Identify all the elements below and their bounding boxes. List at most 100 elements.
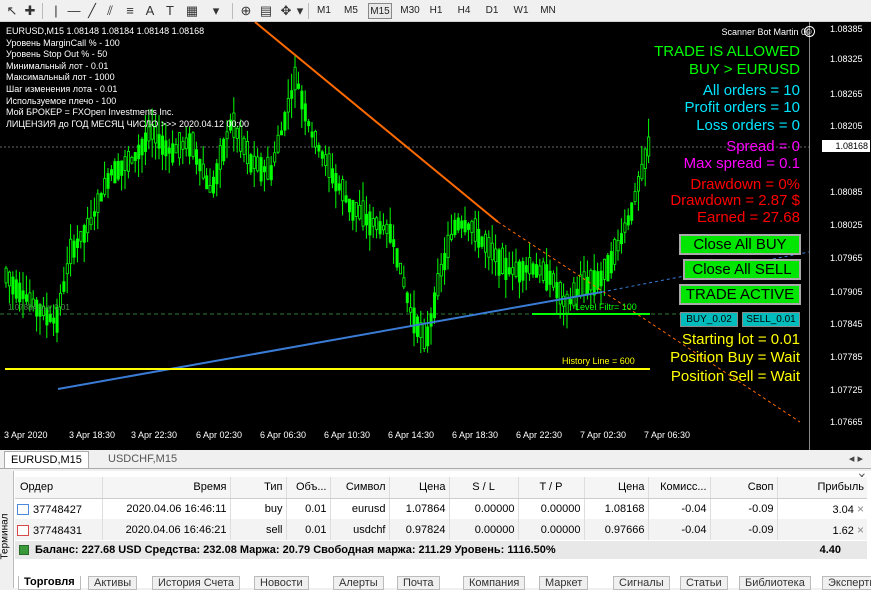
- timeframe-h1[interactable]: H1: [426, 3, 446, 19]
- column-header[interactable]: S / L: [449, 477, 519, 499]
- candle-body: [637, 176, 641, 192]
- column-header[interactable]: Цена: [389, 477, 450, 499]
- candle-body: [528, 257, 532, 275]
- column-header[interactable]: Своп: [710, 477, 778, 499]
- candle-body: [256, 156, 260, 172]
- info-line: Уровень MarginCall % - 100: [6, 37, 120, 48]
- fibonacci-icon[interactable]: ≡: [122, 3, 138, 19]
- timeframe-m15[interactable]: M15: [368, 3, 392, 19]
- candle-body: [194, 149, 198, 165]
- candle-body: [344, 195, 348, 203]
- timeframe-w1[interactable]: W1: [510, 3, 532, 19]
- chevron-down-icon[interactable]: ▾: [292, 3, 308, 19]
- candle-body: [562, 295, 566, 307]
- candle-body: [337, 183, 341, 191]
- candle-body: [184, 137, 188, 150]
- order-type: sell: [230, 519, 287, 540]
- tabs-scroll-icon[interactable]: ◂ ▸: [849, 452, 863, 465]
- crosshair-icon[interactable]: ✚: [22, 3, 38, 19]
- candle-body: [463, 220, 467, 233]
- tab-eurusd-m15[interactable]: EURUSD,M15: [4, 451, 89, 468]
- candle-body: [106, 173, 110, 189]
- text-tool-icon[interactable]: A: [142, 3, 158, 19]
- horizontal-line-icon[interactable]: —: [66, 3, 82, 19]
- candle-body: [72, 240, 76, 258]
- column-header[interactable]: Объ...: [286, 477, 331, 499]
- candle-body: [310, 131, 314, 138]
- column-header[interactable]: T / P: [518, 477, 585, 499]
- order-swap: -0.09: [710, 519, 778, 540]
- chevron-down-icon[interactable]: ▾: [208, 3, 224, 19]
- candle-body: [4, 267, 8, 284]
- candle-body: [48, 314, 52, 322]
- tab-usdchf-m15[interactable]: USDCHF,M15: [102, 451, 183, 468]
- candle-body: [552, 273, 556, 288]
- candle-body: [439, 263, 443, 277]
- timeframe-m5[interactable]: M5: [341, 3, 361, 19]
- candle-body: [405, 292, 409, 303]
- close-all-buy-button[interactable]: Close All BUY: [679, 234, 801, 255]
- grid-icon[interactable]: ▤: [258, 3, 274, 19]
- column-header[interactable]: Тип: [230, 477, 287, 499]
- candle-body: [116, 160, 120, 180]
- candle-body: [303, 103, 307, 122]
- price-scale[interactable]: ☺ 1.08385 1.08325 1.08265 1.08205 1.0816…: [804, 22, 871, 450]
- candle-body: [521, 261, 525, 281]
- order-tp: 0.00000: [518, 519, 585, 540]
- candle-body: [507, 267, 511, 275]
- candle-body: [62, 281, 66, 292]
- table-row[interactable]: 37748431 2020.04.06 16:46:21 sell 0.01 u…: [15, 519, 867, 540]
- candle-body: [470, 220, 474, 233]
- trade-active-button[interactable]: TRADE ACTIVE: [679, 284, 801, 305]
- cursor-icon[interactable]: ↖: [4, 3, 20, 19]
- close-order-icon[interactable]: ×: [857, 523, 864, 537]
- order-price: 0.97824: [389, 519, 450, 540]
- column-header[interactable]: Прибыль: [777, 477, 867, 499]
- candle-body: [222, 138, 226, 162]
- timeframe-mn[interactable]: MN: [537, 3, 559, 19]
- column-header[interactable]: Время: [102, 477, 231, 499]
- table-row[interactable]: 37748427 2020.04.06 16:46:11 buy 0.01 eu…: [15, 498, 867, 519]
- candle-body: [569, 298, 573, 305]
- timeframe-m1[interactable]: M1: [314, 3, 334, 19]
- close-all-sell-button[interactable]: Close All SELL: [683, 259, 801, 280]
- candle-body: [545, 264, 549, 291]
- candle-body: [79, 230, 83, 242]
- candle-body: [582, 271, 586, 296]
- terminal-panel: Терминал ✕ Ордер Время Тип Объ... Символ…: [0, 471, 871, 590]
- account-info: EURUSD,M15 1.08148 1.08184 1.08148 1.081…: [6, 26, 249, 130]
- gallery-icon[interactable]: ▦: [184, 3, 200, 19]
- price-chart[interactable]: EURUSD,M15 1.08148 1.08184 1.08148 1.081…: [0, 22, 871, 450]
- close-order-icon[interactable]: ×: [857, 502, 864, 516]
- timeframe-d1[interactable]: D1: [482, 3, 502, 19]
- vertical-line-icon[interactable]: |: [48, 3, 64, 19]
- column-header[interactable]: Комисс...: [648, 477, 711, 499]
- earned: Earned = 27.68: [696, 209, 800, 226]
- timeframe-h4[interactable]: H4: [454, 3, 474, 19]
- label-tool-icon[interactable]: T: [162, 3, 178, 19]
- buy-lot-button[interactable]: BUY_0.02: [680, 312, 738, 327]
- order-volume: 0.01: [286, 498, 331, 519]
- order-commission: -0.04: [648, 498, 711, 519]
- candle-body: [388, 224, 392, 243]
- column-header[interactable]: Цена: [584, 477, 649, 499]
- candle-body: [103, 178, 107, 195]
- order-type: buy: [230, 498, 287, 519]
- column-header[interactable]: Символ: [330, 477, 390, 499]
- price-label: 1.07665: [830, 417, 863, 427]
- candle-body: [52, 317, 56, 324]
- candle-body: [378, 221, 382, 235]
- column-header[interactable]: Ордер: [15, 477, 103, 499]
- candle-body: [18, 282, 22, 303]
- zoom-in-icon[interactable]: ⊕: [238, 3, 254, 19]
- candle-body: [273, 152, 277, 163]
- balance-summary: Баланс: 227.68 USD Средства: 232.08 Марж…: [15, 541, 867, 559]
- order-sl: 0.00000: [449, 519, 519, 540]
- channel-icon[interactable]: ⫽: [102, 3, 118, 19]
- candle-body: [191, 132, 195, 157]
- timeframe-m30[interactable]: M30: [398, 3, 422, 19]
- trendline-icon[interactable]: ╱: [84, 3, 100, 19]
- candle-body: [453, 219, 457, 235]
- candle-body: [531, 263, 535, 275]
- sell-lot-button[interactable]: SELL_0.01: [742, 312, 800, 327]
